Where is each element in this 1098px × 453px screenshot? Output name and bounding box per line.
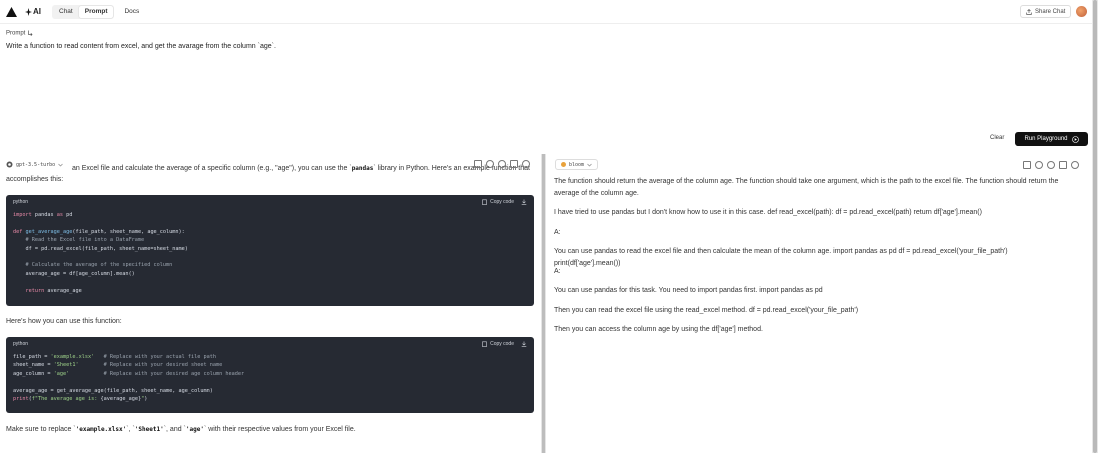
prompt-input[interactable]: Write a function to read content from ex… [6,43,276,50]
brand-label: AI [33,7,41,16]
how-to-text: Here's how you can use this function: [6,318,122,325]
gear-icon[interactable] [1071,161,1079,169]
copy-code-button[interactable]: Copy code [482,341,527,347]
play-circle-icon [1071,135,1079,143]
outro-code-3: 'age' [185,426,204,433]
page-scrollbar-thumb[interactable] [1093,0,1097,453]
triangle-logo-icon[interactable] [6,6,17,17]
code-lang: python [13,199,29,205]
avatar[interactable] [1076,6,1087,17]
prompt-label: Prompt [6,30,33,37]
sparkle-icon [25,7,32,16]
response-paragraph: Then you can access the column age by us… [554,326,763,333]
run-playground-label: Run Playground [1024,136,1068,142]
download-icon [521,199,527,205]
code-header: python Copy code [6,337,534,351]
intro-code: pandas [351,165,374,172]
left-model-name: gpt-3.5-turbo [16,161,56,168]
code-icon[interactable] [510,160,518,168]
intro-line-2: accomplishes this: [6,176,64,183]
outro-code-1: 'example.xlsx' [75,426,127,433]
arrow-down-right-icon [28,30,33,36]
left-model-selector[interactable]: gpt-3.5-turbo [6,159,68,170]
right-output-panel: bloom The function should return the ave… [547,154,1092,453]
response-paragraph: The function should return the average o… [554,178,1059,197]
plus-circle-icon[interactable] [1047,161,1055,169]
code-content-1: import pandas as pd def get_average_age(… [13,212,188,294]
outro-mid-1: `, ` [126,426,135,433]
outro-text: Make sure to replace `'example.xlsx'`, `… [6,424,356,435]
outro-post: ` with their respective values from your… [203,426,356,433]
minus-circle-icon[interactable] [486,160,494,168]
plus-circle-icon[interactable] [498,160,506,168]
code-block-2: python Copy code file_path = 'example.xl… [6,337,534,413]
outro-code-2: 'Sheet1' [134,426,164,433]
chevron-down-icon [58,163,63,166]
response-paragraph: I have tried to use pandas but I don't k… [554,209,982,216]
intro-line-1: an Excel file and calculate the average … [72,163,530,174]
response-paragraph: You can use pandas for this task. You ne… [554,287,823,294]
left-toolbar [474,160,530,168]
right-model-selector[interactable]: bloom [555,159,599,170]
response-paragraph: A: [554,268,561,275]
run-playground-button[interactable]: Run Playground [1015,132,1088,146]
left-output-panel: gpt-3.5-turbo an Excel file and calculat… [0,154,540,453]
minus-circle-icon[interactable] [1035,161,1043,169]
app: AI Chat Prompt Docs Share Chat Prompt Wr… [0,0,1098,453]
right-model-name: bloom [569,161,585,168]
docs-link[interactable]: Docs [124,8,139,15]
outro-mid-2: `, and ` [163,426,186,433]
outro-pre: Make sure to replace ` [6,426,76,433]
share-chat-button[interactable]: Share Chat [1020,5,1072,18]
copy-code-button[interactable]: Copy code [482,199,527,205]
brand-ai: AI [25,7,41,16]
response-paragraph: Then you can read the excel file using t… [554,307,859,314]
clear-button[interactable]: Clear [990,135,1004,141]
intro-pre: an Excel file and calculate the average … [72,165,352,172]
prompt-label-text: Prompt [6,30,26,37]
share-chat-label: Share Chat [1035,8,1066,15]
right-toolbar [1023,161,1079,169]
openai-icon [6,161,13,168]
code-header: python Copy code [6,195,534,209]
bloom-icon [561,162,566,167]
left-scrollbar-thumb[interactable] [542,154,545,453]
mode-toggle: Chat Prompt [52,4,115,19]
share-icon [1026,8,1032,15]
response-paragraph: A: [554,229,561,236]
chevron-down-icon [587,163,592,166]
code-icon[interactable] [1059,161,1067,169]
clipboard-icon [482,341,487,347]
tab-chat[interactable]: Chat [53,6,79,18]
clipboard-icon [482,199,487,205]
copy-code-label: Copy code [490,341,514,347]
document-icon[interactable] [474,160,482,168]
code-lang: python [13,341,29,347]
top-bar: AI Chat Prompt Docs [0,0,1092,24]
copy-code-label: Copy code [490,199,514,205]
code-content-2: file_path = 'example.xlsx' # Replace wit… [13,354,245,403]
gear-icon[interactable] [522,160,530,168]
tab-prompt[interactable]: Prompt [78,5,114,18]
code-block-1: python Copy code import pandas as pd def… [6,195,534,306]
document-icon[interactable] [1023,161,1031,169]
download-icon [521,341,527,347]
